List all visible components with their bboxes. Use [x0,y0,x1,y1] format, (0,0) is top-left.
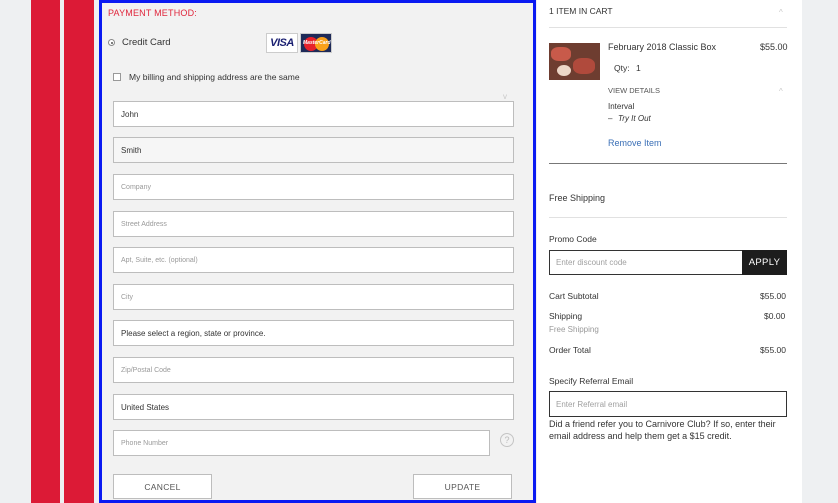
referral-email-input[interactable]: Enter Referral email [549,391,787,417]
credit-card-radio[interactable] [108,39,115,46]
shipping-method: Free Shipping [549,325,599,334]
cart-item-count: 1 ITEM IN CART [549,6,613,16]
visa-logo-text: VISA [270,37,294,49]
credit-card-option[interactable]: Credit Card [108,37,171,48]
order-summary-sidebar: 1 ITEM IN CART ^ February 2018 Classic B… [537,0,802,503]
decorative-red-stripe [64,0,94,503]
order-total-label: Order Total [549,345,591,355]
same-address-checkbox[interactable] [113,73,121,81]
item-option-value: Try It Out [618,114,651,123]
meat-shape [573,58,595,74]
country-select[interactable]: United States [113,394,514,420]
referral-email-label: Specify Referral Email [549,376,634,386]
zip-code-field[interactable]: Zip/Postal Code [113,357,514,383]
shipping-label: Shipping [549,311,583,321]
last-name-field[interactable]: Smith [113,137,514,163]
referral-note: Did a friend refer you to Carnivore Club… [549,419,776,441]
payment-method-heading: PAYMENT METHOD: [108,8,198,18]
mastercard-logo-text: MasterCard [303,40,331,46]
chevron-down-icon: v [503,92,507,101]
cancel-button[interactable]: CANCEL [113,474,212,499]
promo-code-input[interactable]: Enter discount code [549,250,743,275]
apply-promo-button[interactable]: APPLY [742,250,787,275]
chevron-up-icon[interactable]: ^ [779,87,783,96]
divider [549,163,787,164]
item-qty-label: Qty: [614,63,630,73]
decorative-red-stripe [31,0,60,503]
apt-suite-field[interactable]: Apt, Suite, etc. (optional) [113,247,514,273]
same-address-label: My billing and shipping address are the … [129,72,300,82]
city-field[interactable]: City [113,284,514,310]
meat-shape [557,65,571,76]
item-option-dash: – [608,114,613,123]
item-option-label: Interval [608,102,635,111]
street-address-field[interactable]: Street Address [113,211,514,237]
same-address-option[interactable]: My billing and shipping address are the … [113,72,300,82]
company-field[interactable]: Company [113,174,514,200]
item-price: $55.00 [760,42,788,52]
card-logos: VISA MasterCard [266,33,332,53]
credit-card-label: Credit Card [122,37,171,48]
divider [549,27,787,28]
order-total-value: $55.00 [760,345,786,355]
shipping-value: $0.00 [764,311,786,321]
region-select[interactable]: Please select a region, state or provinc… [113,320,514,346]
product-thumbnail [549,43,600,80]
mastercard-logo: MasterCard [300,33,332,53]
payment-method-panel: PAYMENT METHOD: Credit Card VISA MasterC… [99,0,536,503]
item-qty-value: 1 [636,63,641,73]
update-button[interactable]: UPDATE [413,474,512,499]
remove-item-link[interactable]: Remove Item [608,138,662,148]
first-name-field[interactable]: John [113,101,514,127]
divider [549,217,787,218]
item-name: February 2018 Classic Box [608,42,717,52]
promo-code-label: Promo Code [549,234,597,244]
phone-number-field[interactable]: Phone Number [113,430,490,456]
subtotal-label: Cart Subtotal [549,291,599,301]
help-question-icon[interactable]: ? [500,433,514,447]
visa-logo: VISA [266,33,298,53]
view-details-toggle[interactable]: VIEW DETAILS [608,86,660,95]
meat-shape [551,47,571,61]
subtotal-value: $55.00 [760,291,786,301]
free-shipping-label: Free Shipping [549,193,606,203]
chevron-up-icon[interactable]: ^ [779,8,783,17]
